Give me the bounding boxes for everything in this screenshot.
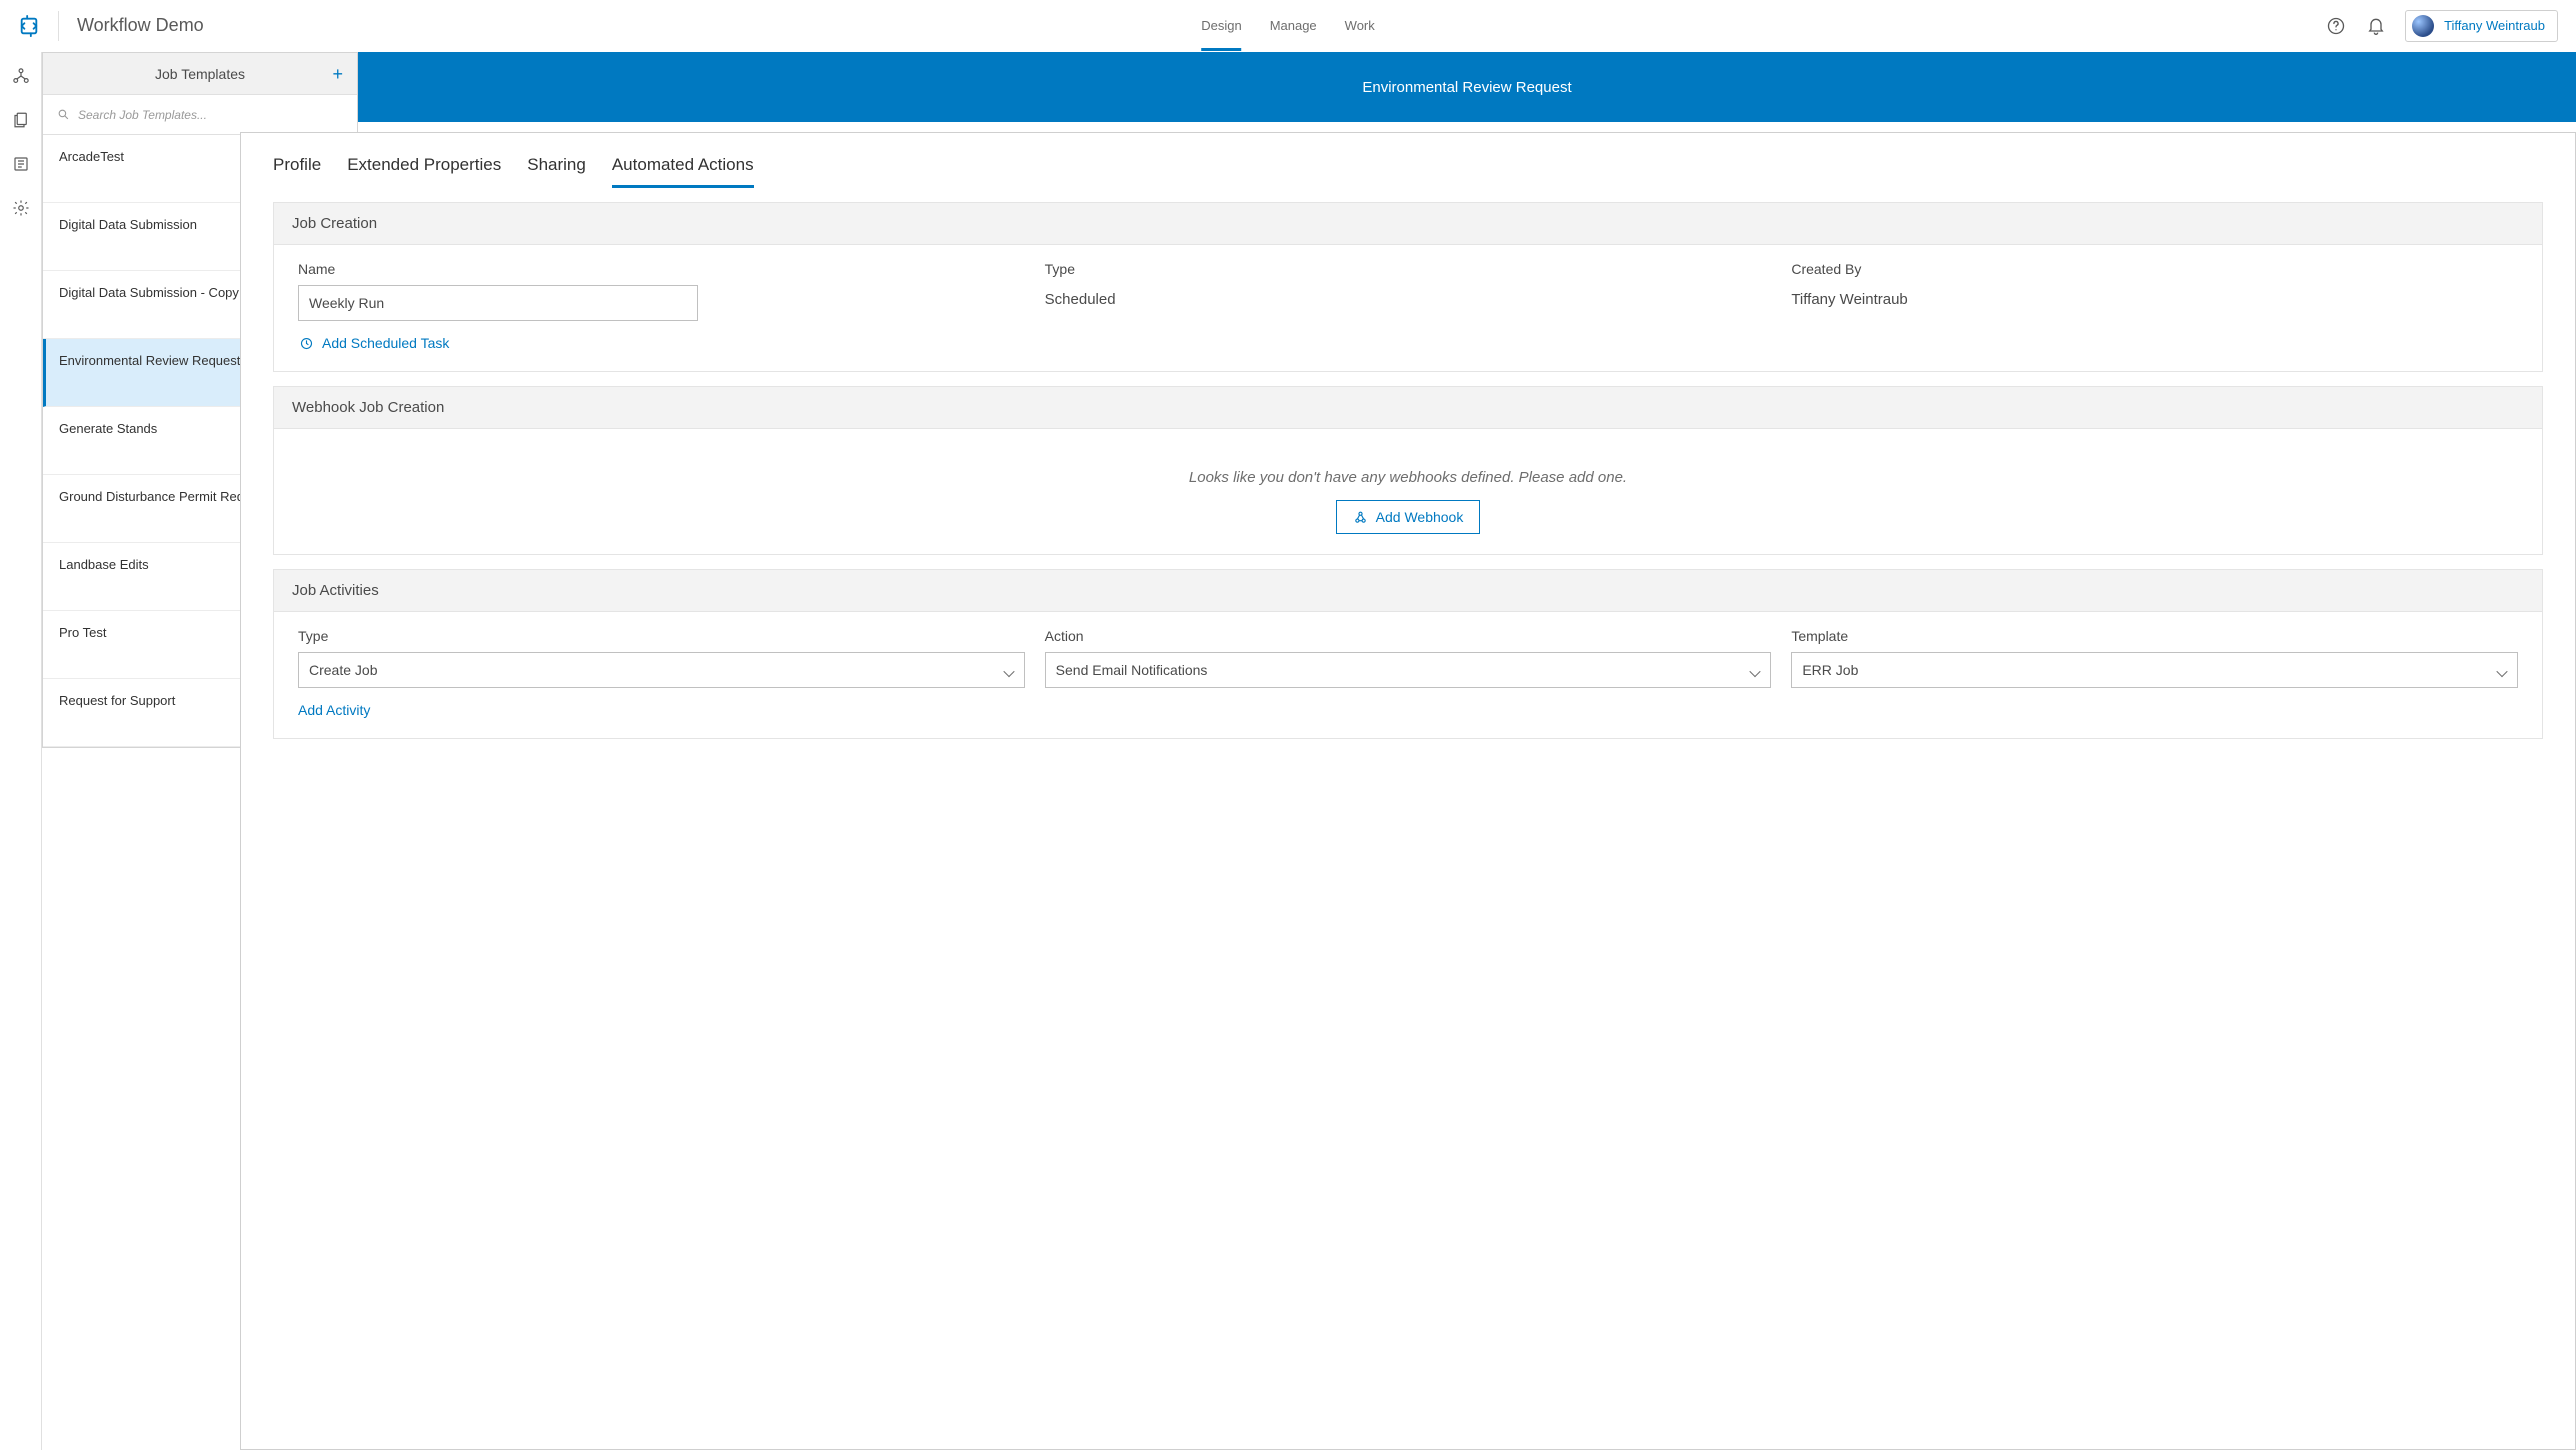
data-icon[interactable] xyxy=(11,154,31,174)
section-title: Job Activities xyxy=(274,570,2542,612)
tab-extended[interactable]: Extended Properties xyxy=(347,155,501,188)
header-divider xyxy=(58,11,59,41)
add-webhook-button[interactable]: Add Webhook xyxy=(1336,500,1481,534)
createdby-value: Tiffany Weintraub xyxy=(1791,285,2518,308)
nav-design[interactable]: Design xyxy=(1201,0,1241,51)
activity-template-select[interactable]: ERR Job xyxy=(1791,652,2518,688)
page-banner: Environmental Review Request xyxy=(358,52,2576,122)
nav-work[interactable]: Work xyxy=(1345,0,1375,51)
type-value: Scheduled xyxy=(1045,285,1772,308)
label-createdby: Created By xyxy=(1791,261,2518,277)
search-input[interactable] xyxy=(78,108,343,122)
notifications-icon[interactable] xyxy=(2365,15,2387,37)
webhook-empty-message: Looks like you don't have any webhooks d… xyxy=(298,445,2518,500)
section-title: Webhook Job Creation xyxy=(274,387,2542,429)
label-activity-template: Template xyxy=(1791,628,2518,644)
app-title: Workflow Demo xyxy=(77,15,204,36)
user-menu[interactable]: Tiffany Weintraub xyxy=(2405,10,2558,42)
tab-sharing[interactable]: Sharing xyxy=(527,155,586,188)
add-scheduled-task-link[interactable]: Add Scheduled Task xyxy=(298,335,2518,351)
help-icon[interactable] xyxy=(2325,15,2347,37)
tab-profile[interactable]: Profile xyxy=(273,155,321,188)
webhook-icon xyxy=(1353,510,1368,525)
add-webhook-label: Add Webhook xyxy=(1376,509,1464,525)
section-title: Job Creation xyxy=(274,203,2542,245)
add-activity-link[interactable]: Add Activity xyxy=(298,702,370,718)
sidebar-title: Job Templates xyxy=(155,66,245,82)
left-rail xyxy=(0,52,42,1450)
app-header: Workflow Demo Design Manage Work Tiffany… xyxy=(0,0,2576,52)
activity-action-select[interactable]: Send Email Notifications xyxy=(1045,652,1772,688)
top-nav: Design Manage Work xyxy=(1201,0,1375,51)
user-name: Tiffany Weintraub xyxy=(2444,18,2545,33)
section-webhook: Webhook Job Creation Looks like you don'… xyxy=(273,386,2543,555)
activity-type-select[interactable]: Create Job xyxy=(298,652,1025,688)
diagrams-icon[interactable] xyxy=(11,66,31,86)
banner-title: Environmental Review Request xyxy=(1362,79,1571,96)
sidebar-search xyxy=(43,95,357,135)
avatar xyxy=(2412,15,2434,37)
add-template-button[interactable]: + xyxy=(332,65,343,83)
nav-manage[interactable]: Manage xyxy=(1270,0,1317,51)
detail-tabs: Profile Extended Properties Sharing Auto… xyxy=(241,133,2575,188)
settings-icon[interactable] xyxy=(11,198,31,218)
search-icon xyxy=(57,108,70,121)
details-panel: Profile Extended Properties Sharing Auto… xyxy=(240,132,2576,1450)
label-name: Name xyxy=(298,261,1025,277)
section-job-activities: Job Activities Type Create Job Action Se… xyxy=(273,569,2543,739)
clock-icon xyxy=(298,335,314,351)
add-scheduled-label: Add Scheduled Task xyxy=(322,335,449,351)
templates-icon[interactable] xyxy=(11,110,31,130)
label-activity-action: Action xyxy=(1045,628,1772,644)
app-logo-icon xyxy=(18,15,40,37)
sidebar-header: Job Templates + xyxy=(43,53,357,95)
label-activity-type: Type xyxy=(298,628,1025,644)
section-job-creation: Job Creation Name Type Scheduled Created… xyxy=(273,202,2543,372)
tab-automated-actions[interactable]: Automated Actions xyxy=(612,155,754,188)
header-right: Tiffany Weintraub xyxy=(2325,10,2558,42)
name-input[interactable] xyxy=(298,285,698,321)
label-type: Type xyxy=(1045,261,1772,277)
